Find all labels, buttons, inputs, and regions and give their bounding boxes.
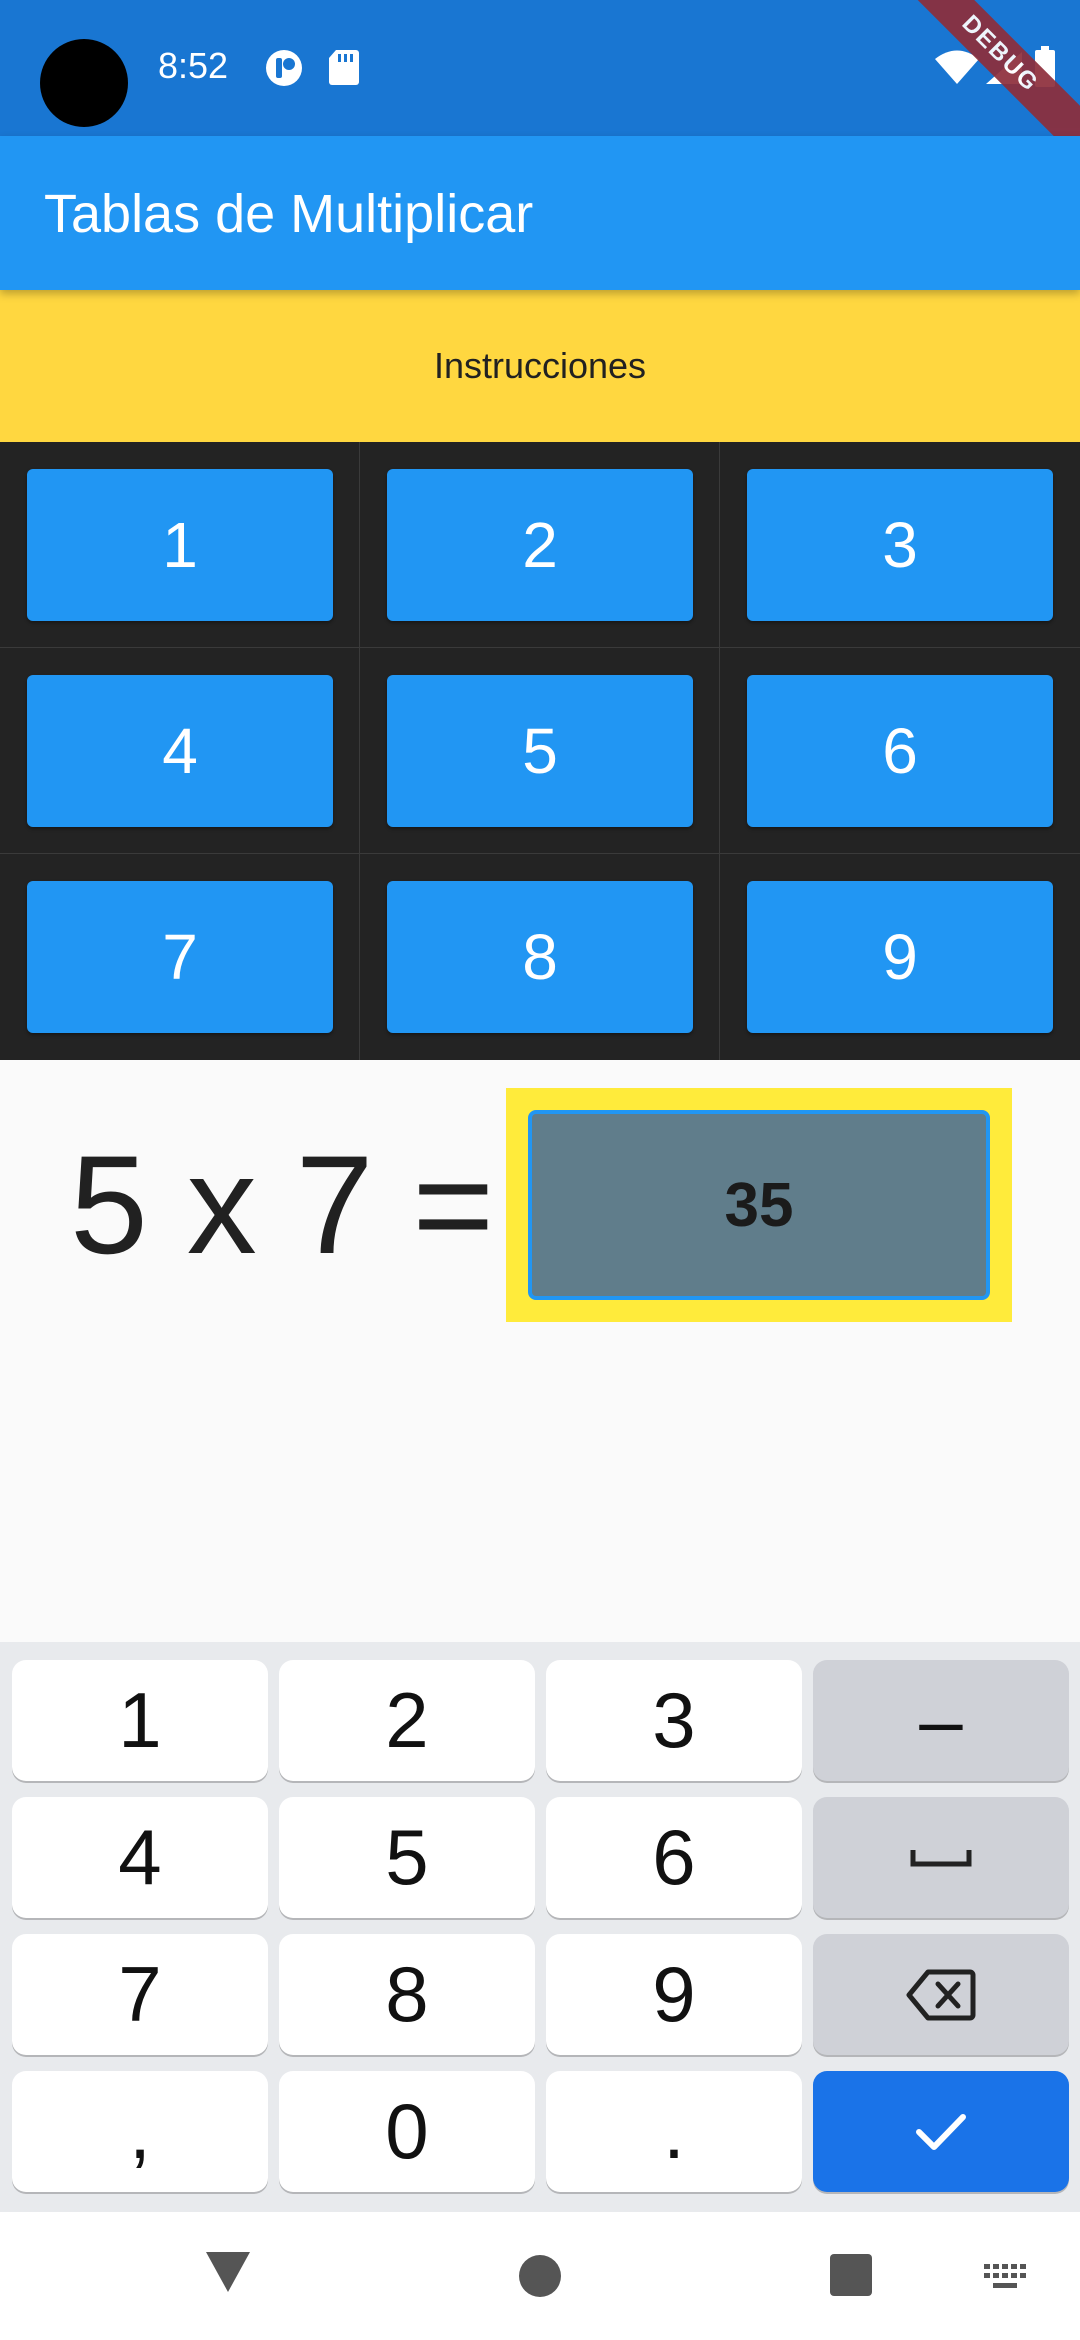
home-icon[interactable] — [518, 2254, 562, 2303]
key-2[interactable]: 2 — [279, 1660, 535, 1781]
app-bar: Tablas de Multiplicar — [0, 136, 1080, 290]
key-0[interactable]: 0 — [279, 2071, 535, 2192]
table-button-2[interactable]: 2 — [387, 469, 693, 621]
status-time: 8:52 — [158, 45, 229, 86]
app-screen: 8:52 DEBUG Tablas de Multiplicar Instruc… — [0, 0, 1080, 2340]
key-period[interactable]: . — [546, 2071, 802, 2192]
answer-input[interactable]: 35 — [528, 1110, 990, 1300]
key-8[interactable]: 8 — [279, 1934, 535, 2055]
notification-app-icon — [264, 48, 304, 93]
answer-highlight: 35 — [506, 1088, 1012, 1322]
status-bar: 8:52 DEBUG — [0, 0, 1080, 175]
key-9[interactable]: 9 — [546, 1934, 802, 2055]
backspace-icon — [906, 1969, 976, 2020]
key-done[interactable] — [813, 2071, 1069, 2192]
table-button-7[interactable]: 7 — [27, 881, 333, 1033]
app-title: Tablas de Multiplicar — [44, 184, 534, 244]
table-button-4[interactable]: 4 — [27, 675, 333, 827]
key-6[interactable]: 6 — [546, 1797, 802, 1918]
back-icon[interactable] — [204, 2250, 252, 2299]
grid-cell: 7 — [0, 854, 360, 1060]
grid-cell: 1 — [0, 442, 360, 648]
numeric-keyboard: 1 2 3 – 4 5 6 7 8 9 , 0 . — [0, 1642, 1080, 2212]
grid-cell: 4 — [0, 648, 360, 854]
sd-card-icon — [328, 48, 360, 91]
camera-cutout — [40, 39, 128, 127]
key-4[interactable]: 4 — [12, 1797, 268, 1918]
navigation-bar — [0, 2212, 1080, 2340]
recents-icon[interactable] — [830, 2254, 872, 2301]
key-comma[interactable]: , — [12, 2071, 268, 2192]
key-7[interactable]: 7 — [12, 1934, 268, 2055]
key-1[interactable]: 1 — [12, 1660, 268, 1781]
table-button-6[interactable]: 6 — [747, 675, 1053, 827]
table-button-1[interactable]: 1 — [27, 469, 333, 621]
grid-cell: 6 — [720, 648, 1080, 854]
instructions-button[interactable]: Instrucciones — [0, 290, 1080, 442]
grid-cell: 2 — [360, 442, 720, 648]
key-backspace[interactable] — [813, 1934, 1069, 2055]
grid-cell: 5 — [360, 648, 720, 854]
space-icon — [910, 1849, 972, 1866]
grid-cell: 8 — [360, 854, 720, 1060]
key-minus[interactable]: – — [813, 1660, 1069, 1781]
key-3[interactable]: 3 — [546, 1660, 802, 1781]
key-space[interactable] — [813, 1797, 1069, 1918]
table-button-8[interactable]: 8 — [387, 881, 693, 1033]
grid-cell: 9 — [720, 854, 1080, 1060]
equation-text: 5 x 7 = — [70, 1126, 495, 1283]
grid-cell: 3 — [720, 442, 1080, 648]
keyboard-switch-icon[interactable] — [984, 2264, 1028, 2295]
table-selector-grid: 1 2 3 4 5 6 7 8 9 — [0, 442, 1080, 1060]
checkmark-icon — [916, 2113, 966, 2150]
key-5[interactable]: 5 — [279, 1797, 535, 1918]
table-button-9[interactable]: 9 — [747, 881, 1053, 1033]
table-button-3[interactable]: 3 — [747, 469, 1053, 621]
table-button-5[interactable]: 5 — [387, 675, 693, 827]
